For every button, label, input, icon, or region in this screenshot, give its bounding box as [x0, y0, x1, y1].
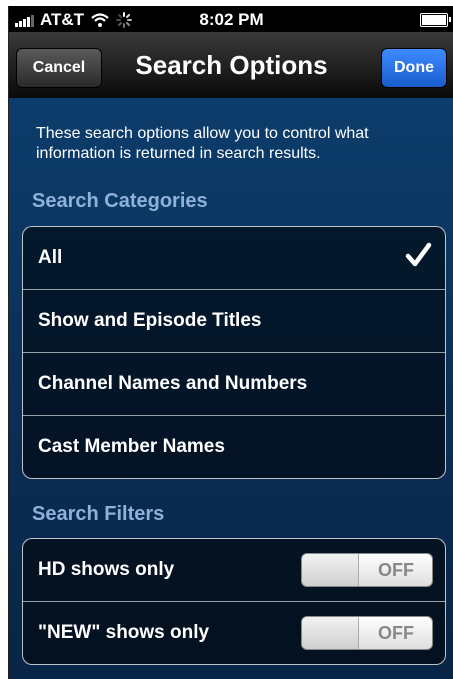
status-time: 8:02 PM: [199, 10, 264, 29]
content-area: These search options allow you to contro…: [9, 98, 453, 679]
categories-list: All Show and Episode Titles Channel Name…: [22, 226, 446, 479]
category-item-show-titles[interactable]: Show and Episode Titles: [23, 290, 445, 353]
category-item-cast-members[interactable]: Cast Member Names: [23, 416, 445, 478]
done-button[interactable]: Done: [381, 48, 447, 88]
phone-screen: AT&T 8:02 PM Cancel Search Options Done …: [8, 6, 453, 679]
category-label: Channel Names and Numbers: [38, 373, 308, 394]
category-label: All: [38, 247, 63, 268]
battery-icon: [420, 13, 451, 27]
status-bar: AT&T 8:02 PM: [9, 6, 453, 32]
filters-list: HD shows only OFF "NEW" shows only OFF: [22, 538, 446, 665]
new-toggle[interactable]: OFF: [301, 616, 433, 650]
category-item-all[interactable]: All: [23, 227, 445, 290]
toggle-state: OFF: [378, 623, 414, 643]
checkmark-icon: [405, 242, 432, 267]
search-filters-header: Search Filters: [32, 503, 165, 525]
category-item-channel-names[interactable]: Channel Names and Numbers: [23, 353, 445, 416]
category-label: Cast Member Names: [38, 436, 225, 457]
toggle-knob: [302, 554, 359, 586]
intro-text: These search options allow you to contro…: [36, 125, 369, 162]
filter-item-hd: HD shows only OFF: [23, 539, 445, 602]
filter-item-new: "NEW" shows only OFF: [23, 602, 445, 664]
filter-label: HD shows only: [38, 559, 175, 580]
navigation-bar: Cancel Search Options Done: [9, 32, 453, 99]
search-categories-header: Search Categories: [32, 190, 208, 212]
filter-label: "NEW" shows only: [38, 622, 210, 643]
toggle-state: OFF: [378, 560, 414, 580]
category-label: Show and Episode Titles: [38, 310, 262, 331]
toggle-knob: [302, 617, 359, 649]
hd-toggle[interactable]: OFF: [301, 553, 433, 587]
